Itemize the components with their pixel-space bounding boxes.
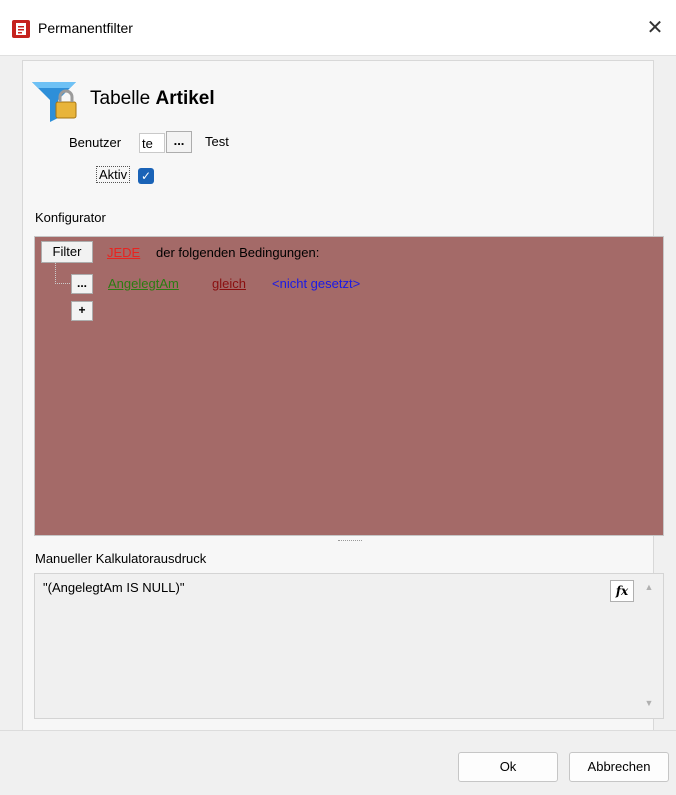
user-name: Test xyxy=(205,134,229,149)
fx-icon: fx xyxy=(615,584,629,598)
close-button[interactable]: ✕ xyxy=(640,15,670,41)
configurator-label: Konfigurator xyxy=(35,210,106,225)
scroll-down-icon[interactable]: ▼ xyxy=(641,698,657,708)
close-icon: ✕ xyxy=(646,17,664,39)
quantifier-link[interactable]: JEDE xyxy=(107,245,140,260)
condition-field-link[interactable]: AngelegtAm xyxy=(108,276,179,291)
ok-button[interactable]: Ok xyxy=(458,752,558,782)
tree-connector xyxy=(55,263,70,284)
user-input[interactable]: te xyxy=(139,133,165,153)
formula-button[interactable]: fx xyxy=(610,580,634,602)
add-condition-button[interactable]: + xyxy=(71,301,93,321)
filter-button[interactable]: Filter xyxy=(41,241,93,263)
check-icon: ✓ xyxy=(140,169,152,183)
cancel-button[interactable]: Abbrechen xyxy=(569,752,669,782)
filter-lock-icon xyxy=(32,82,77,122)
window-title: Permanentfilter xyxy=(38,20,133,36)
scroll-up-icon[interactable]: ▲ xyxy=(641,582,657,592)
expression-text: "(AngelegtAm IS NULL)" xyxy=(43,580,185,595)
page-title: Tabelle Artikel xyxy=(90,88,215,110)
user-browse-button[interactable]: ... xyxy=(166,131,192,153)
condition-menu-button[interactable]: ... xyxy=(71,274,93,294)
app-icon xyxy=(12,20,30,38)
condition-value-link[interactable]: <nicht gesetzt> xyxy=(272,276,360,291)
expression-label: Manueller Kalkulatorausdruck xyxy=(35,551,207,566)
condition-operator-link[interactable]: gleich xyxy=(212,276,246,291)
table-name: Artikel xyxy=(155,88,215,109)
splitter-grip[interactable] xyxy=(338,540,362,543)
active-checkbox[interactable]: ✓ xyxy=(138,168,154,184)
user-label: Benutzer xyxy=(69,135,122,150)
quantifier-suffix: der folgenden Bedingungen: xyxy=(156,245,320,260)
active-label: Aktiv xyxy=(96,166,131,183)
table-prefix: Tabelle xyxy=(90,88,151,109)
title-bar: Permanentfilter ✕ xyxy=(0,0,676,56)
expression-scrollbar[interactable]: ▲ ▼ xyxy=(641,578,657,714)
